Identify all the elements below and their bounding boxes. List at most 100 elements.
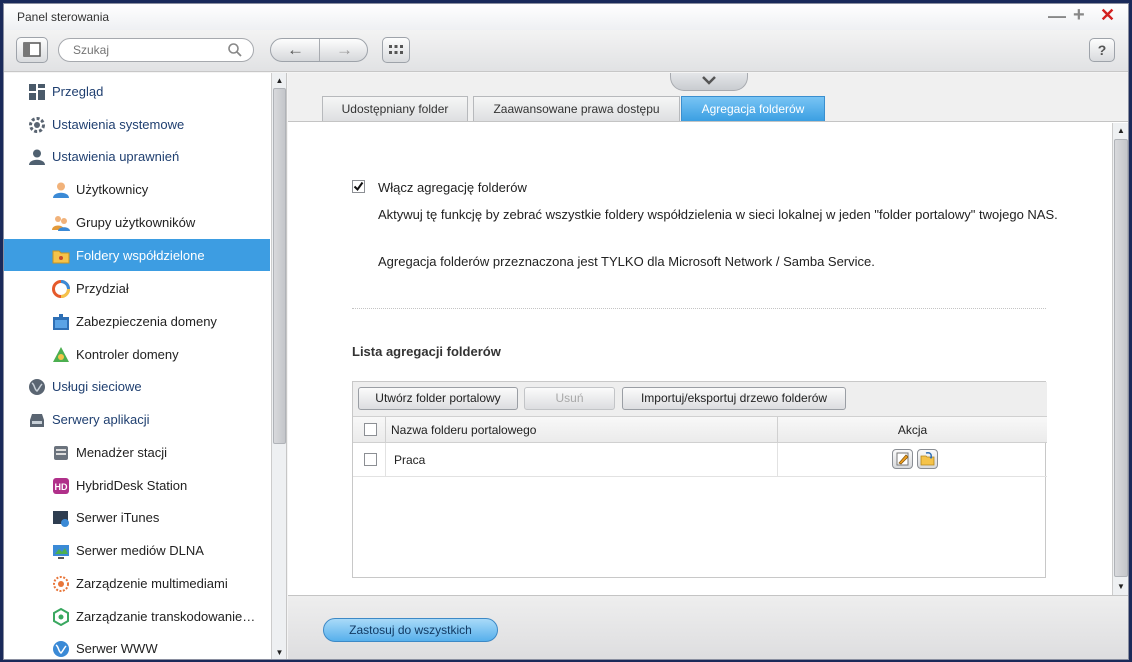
edit-button[interactable] bbox=[892, 449, 913, 469]
sidebar-item-label: Serwery aplikacji bbox=[52, 412, 150, 427]
aggregation-list: Utwórz folder portalowy Usuń Importuj/ek… bbox=[352, 381, 1047, 578]
collapse-toggle[interactable] bbox=[670, 73, 748, 91]
control-panel-window: Panel sterowania — + ✕ ← → ? Przegląd bbox=[3, 3, 1129, 660]
column-header-name[interactable]: Nazwa folderu portalowego bbox=[391, 423, 536, 437]
sidebar-item-label: Serwer iTunes bbox=[76, 510, 160, 525]
help-button[interactable]: ? bbox=[1089, 38, 1115, 62]
table-row[interactable]: Praca bbox=[353, 443, 1047, 477]
close-icon[interactable]: ✕ bbox=[1100, 6, 1115, 24]
navigation-buttons: ← → bbox=[270, 38, 368, 62]
web-server-icon bbox=[53, 641, 69, 657]
sidebar-item-shared-folders[interactable]: Foldery współdzielone bbox=[4, 239, 270, 271]
station-manager-icon bbox=[54, 446, 68, 460]
folder-mapping-button[interactable] bbox=[917, 449, 938, 469]
sidebar-item-label: Serwer mediów DLNA bbox=[76, 543, 204, 558]
content-scrollbar[interactable]: ▲ ▼ bbox=[1112, 123, 1128, 595]
portal-folder-name: Praca bbox=[394, 453, 426, 467]
sidebar-item-label: Serwer WWW bbox=[76, 641, 158, 656]
aggregation-list-title: Lista agregacji folderów bbox=[352, 344, 501, 359]
gear-icon bbox=[29, 117, 45, 133]
sidebar-item-overview[interactable]: Przegląd bbox=[4, 75, 270, 107]
scroll-down-icon[interactable]: ▼ bbox=[1113, 580, 1128, 594]
enable-aggregation-label: Włącz agregację folderów bbox=[378, 180, 527, 195]
sidebar-item-network-services[interactable]: Usługi sieciowe bbox=[4, 370, 270, 402]
sidebar-toggle-button[interactable] bbox=[16, 37, 48, 63]
sidebar-item-label: Ustawienia systemowe bbox=[52, 117, 185, 132]
sidebar-layout-icon bbox=[23, 42, 41, 57]
sidebar-item-label: Usługi sieciowe bbox=[52, 379, 142, 394]
transcode-icon bbox=[53, 608, 69, 626]
quota-pie-icon bbox=[52, 280, 70, 298]
tab-advanced-permissions[interactable]: Zaawansowane prawa dostępu bbox=[473, 96, 680, 121]
separator bbox=[352, 308, 1046, 309]
scroll-thumb[interactable] bbox=[273, 88, 286, 444]
sidebar-item-domain-controller[interactable]: Kontroler domeny bbox=[4, 338, 270, 370]
folder-aggregation-panel: Włącz agregację folderów Aktywuj tę funk… bbox=[288, 121, 1128, 595]
apply-to-all-button[interactable]: Zastosuj do wszystkich bbox=[323, 618, 498, 642]
column-header-action: Akcja bbox=[897, 423, 928, 437]
sidebar-item-itunes[interactable]: Serwer iTunes bbox=[4, 501, 270, 533]
sidebar: Przegląd Ustawienia systemowe Ustawienia… bbox=[4, 73, 287, 659]
domain-controller-icon bbox=[53, 347, 69, 362]
table-header: Nazwa folderu portalowego Akcja bbox=[353, 417, 1047, 443]
sidebar-item-station-manager[interactable]: Menadżer stacji bbox=[4, 436, 270, 468]
chevron-down-icon bbox=[702, 76, 716, 85]
hybriddesk-icon: HD bbox=[53, 478, 69, 494]
sidebar-item-transcode[interactable]: Zarządzanie transkodowanie… bbox=[4, 600, 270, 632]
app-server-icon bbox=[30, 414, 44, 427]
import-export-tree-button[interactable]: Importuj/eksportuj drzewo folderów bbox=[622, 387, 846, 410]
sidebar-item-user-groups[interactable]: Grupy użytkowników bbox=[4, 206, 270, 238]
sidebar-item-domain-security[interactable]: Zabezpieczenia domeny bbox=[4, 305, 270, 337]
row-checkbox[interactable] bbox=[364, 453, 377, 466]
sidebar-item-label: Menadżer stacji bbox=[76, 445, 168, 460]
dlna-icon bbox=[53, 545, 69, 559]
svg-text:HD: HD bbox=[55, 482, 68, 492]
sidebar-item-quota[interactable]: Przydział bbox=[4, 272, 270, 304]
user-icon bbox=[29, 149, 45, 165]
sidebar-item-multimedia[interactable]: Zarządzenie multimediami bbox=[4, 567, 270, 599]
tab-shared-folder[interactable]: Udostępniany folder bbox=[322, 96, 468, 121]
network-globe-icon bbox=[29, 379, 45, 395]
sidebar-item-app-servers[interactable]: Serwery aplikacji bbox=[4, 403, 270, 435]
toolbar: ← → ? bbox=[4, 30, 1128, 72]
sidebar-item-label: Zabezpieczenia domeny bbox=[76, 314, 217, 329]
window-title: Panel sterowania bbox=[17, 10, 110, 24]
scroll-down-icon[interactable]: ▼ bbox=[272, 646, 286, 659]
sidebar-item-label: Zarządzenie multimediami bbox=[76, 576, 228, 591]
grid-icon bbox=[389, 45, 403, 54]
footer-bar: Zastosuj do wszystkich bbox=[288, 595, 1128, 659]
scroll-up-icon[interactable]: ▲ bbox=[1113, 124, 1128, 138]
minimize-icon[interactable]: — bbox=[1048, 7, 1066, 25]
create-portal-folder-button[interactable]: Utwórz folder portalowy bbox=[358, 387, 518, 410]
folder-link-icon bbox=[920, 452, 935, 466]
sidebar-scrollbar[interactable]: ▲ ▼ bbox=[271, 73, 286, 659]
tab-folder-aggregation[interactable]: Agregacja folderów bbox=[681, 96, 825, 121]
delete-button[interactable]: Usuń bbox=[524, 387, 615, 410]
search-input[interactable] bbox=[73, 43, 223, 57]
apps-grid-button[interactable] bbox=[382, 37, 410, 63]
sidebar-item-label: Foldery współdzielone bbox=[76, 248, 205, 263]
sidebar-item-system-settings[interactable]: Ustawienia systemowe bbox=[4, 108, 270, 140]
back-arrow-icon[interactable]: ← bbox=[271, 39, 320, 61]
aggregation-description: Aktywuj tę funkcję by zebrać wszystkie f… bbox=[378, 207, 1058, 222]
select-all-checkbox[interactable] bbox=[364, 423, 377, 436]
sidebar-item-label: Użytkownicy bbox=[76, 182, 149, 197]
domain-security-icon bbox=[53, 314, 69, 330]
scroll-up-icon[interactable]: ▲ bbox=[272, 74, 286, 88]
forward-arrow-icon[interactable]: → bbox=[320, 39, 367, 61]
itunes-icon bbox=[53, 511, 69, 527]
sidebar-item-label: HybridDesk Station bbox=[76, 478, 188, 493]
title-bar: Panel sterowania — + ✕ bbox=[4, 4, 1128, 30]
sidebar-item-label: Przydział bbox=[76, 281, 129, 296]
sidebar-item-hybriddesk[interactable]: HD HybridDesk Station bbox=[4, 469, 270, 501]
sidebar-item-privilege-settings[interactable]: Ustawienia uprawnień bbox=[4, 140, 270, 172]
aggregation-note: Agregacja folderów przeznaczona jest TYL… bbox=[378, 254, 875, 269]
sidebar-item-users[interactable]: Użytkownicy bbox=[4, 173, 270, 205]
shared-folder-icon bbox=[52, 250, 70, 264]
sidebar-item-dlna[interactable]: Serwer mediów DLNA bbox=[4, 534, 270, 566]
sidebar-item-web-server[interactable]: Serwer WWW bbox=[4, 632, 270, 659]
enable-aggregation-checkbox[interactable] bbox=[352, 180, 365, 193]
search-box[interactable] bbox=[58, 38, 254, 62]
maximize-icon[interactable]: + bbox=[1073, 5, 1085, 25]
scroll-thumb[interactable] bbox=[1114, 139, 1128, 577]
